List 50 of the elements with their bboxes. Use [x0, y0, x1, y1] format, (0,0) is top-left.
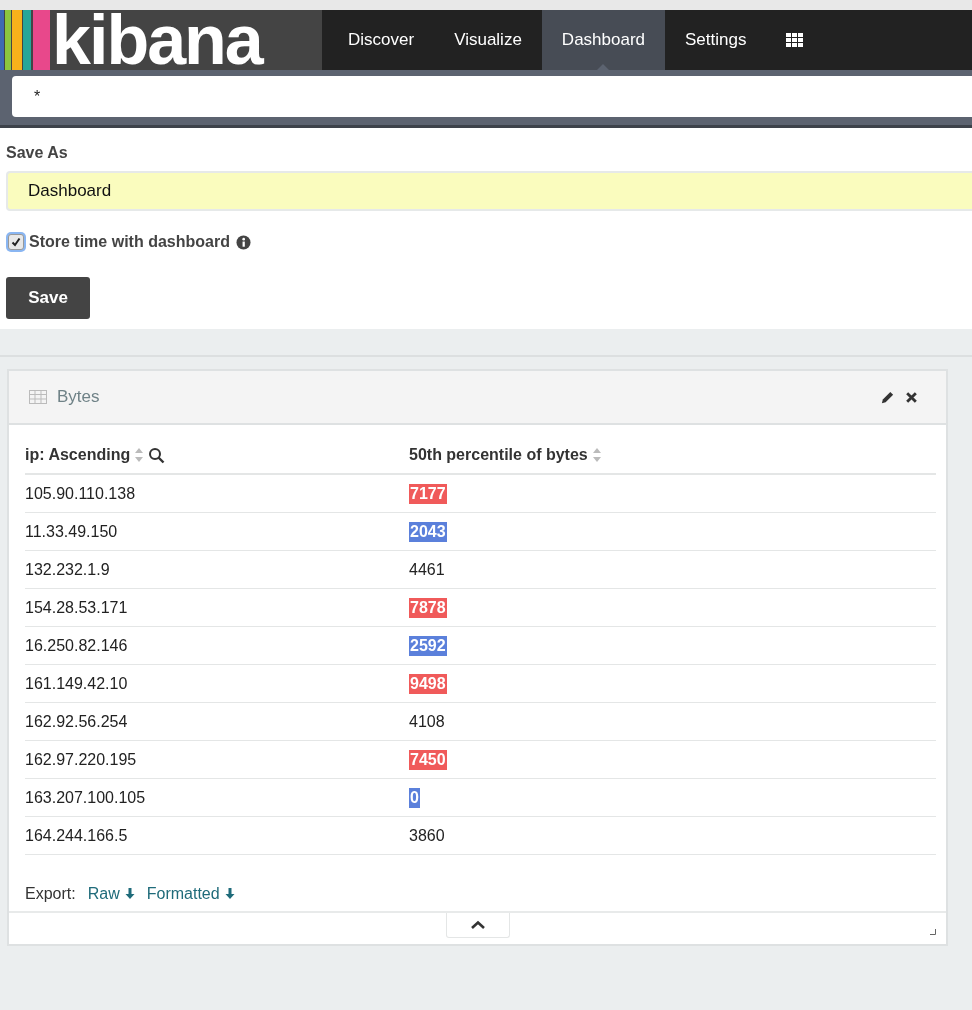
table-cell: 3860 — [409, 826, 445, 845]
grid-icon — [786, 33, 804, 47]
table-cell: 162.92.56.254 — [25, 712, 128, 731]
table-cell: 161.149.42.10 — [25, 674, 128, 693]
table-cell: 9498 — [409, 673, 447, 694]
table-cell: 7450 — [409, 749, 447, 770]
table-cell: 2043 — [409, 521, 447, 542]
table-cell: 4108 — [409, 712, 445, 731]
download-icon — [224, 888, 235, 900]
close-icon[interactable] — [905, 390, 918, 404]
resize-handle-icon[interactable] — [930, 929, 936, 935]
name-field[interactable]: Dashboard — [6, 171, 972, 211]
column-header[interactable]: ip: Ascending — [25, 446, 131, 464]
nav-tab[interactable]: Discover — [328, 10, 435, 70]
table-cell: 162.97.220.195 — [25, 750, 137, 769]
panel-title: Bytes — [57, 387, 100, 407]
table-cell: 7878 — [409, 597, 447, 618]
search-icon[interactable] — [148, 446, 166, 464]
nav-tab[interactable]: Dashboard — [541, 10, 666, 70]
table-cell: 132.232.1.9 — [25, 560, 110, 579]
column-header[interactable]: 50th percentile of bytes — [409, 446, 588, 464]
table-cell: 4461 — [409, 560, 445, 579]
table-cell: 2592 — [409, 635, 447, 656]
logo-text: kibana — [52, 10, 262, 70]
edit-icon[interactable] — [880, 389, 895, 405]
table-cell: 11.33.49.150 — [25, 522, 118, 541]
export-link[interactable]: Formatted — [146, 885, 235, 903]
nav-tab[interactable]: Settings — [665, 10, 767, 70]
table-cell: 105.90.110.138 — [25, 484, 136, 503]
store-time-label: Store time with dashboard — [29, 233, 230, 251]
table-icon — [29, 390, 47, 404]
table-cell: 163.207.100.105 — [25, 788, 146, 807]
save-as-label: Save As — [6, 144, 69, 162]
table-cell: 154.28.53.171 — [25, 598, 128, 617]
chevron-up-icon — [469, 920, 486, 930]
nav-tab[interactable]: Visualize — [434, 10, 542, 70]
stripes-icon — [0, 10, 50, 70]
table-cell: 7177 — [409, 483, 447, 504]
query-field[interactable]: * — [12, 76, 972, 117]
export-link[interactable]: Raw — [87, 885, 135, 903]
logo[interactable]: kibana — [0, 10, 322, 70]
table-cell: 164.244.166.5 — [25, 826, 128, 845]
table-cell: 0 — [409, 787, 420, 808]
collapse-button[interactable] — [445, 913, 510, 938]
export-label: Export: — [25, 885, 76, 903]
table-cell: 16.250.82.146 — [25, 636, 128, 655]
info-icon[interactable] — [235, 234, 251, 250]
save-button[interactable]: Save — [6, 277, 90, 319]
store-time-checkbox[interactable] — [8, 234, 24, 250]
download-icon — [124, 888, 135, 900]
